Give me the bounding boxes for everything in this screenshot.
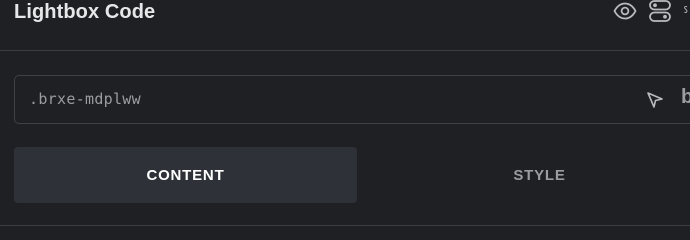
tab-style-label: STYLE <box>513 166 566 184</box>
toggle-icon[interactable] <box>649 0 671 22</box>
eye-icon[interactable] <box>613 0 637 22</box>
lightbox-code-panel: Lightbox Code .brxe-mdplww b CONTENT STY… <box>0 0 690 236</box>
panel-header: Lightbox Code <box>0 0 690 51</box>
tab-content-label: CONTENT <box>146 166 225 184</box>
more-icon[interactable] <box>683 0 690 22</box>
panel-title: Lightbox Code <box>14 1 156 23</box>
divider <box>0 225 690 226</box>
css-selector-field[interactable]: .brxe-mdplww b <box>14 75 690 124</box>
css-selector-value[interactable]: .brxe-mdplww <box>29 90 141 108</box>
tab-style[interactable]: STYLE <box>368 147 690 203</box>
tab-content[interactable]: CONTENT <box>14 147 357 203</box>
b-icon[interactable]: b <box>681 86 690 109</box>
cursor-icon[interactable] <box>645 90 665 110</box>
